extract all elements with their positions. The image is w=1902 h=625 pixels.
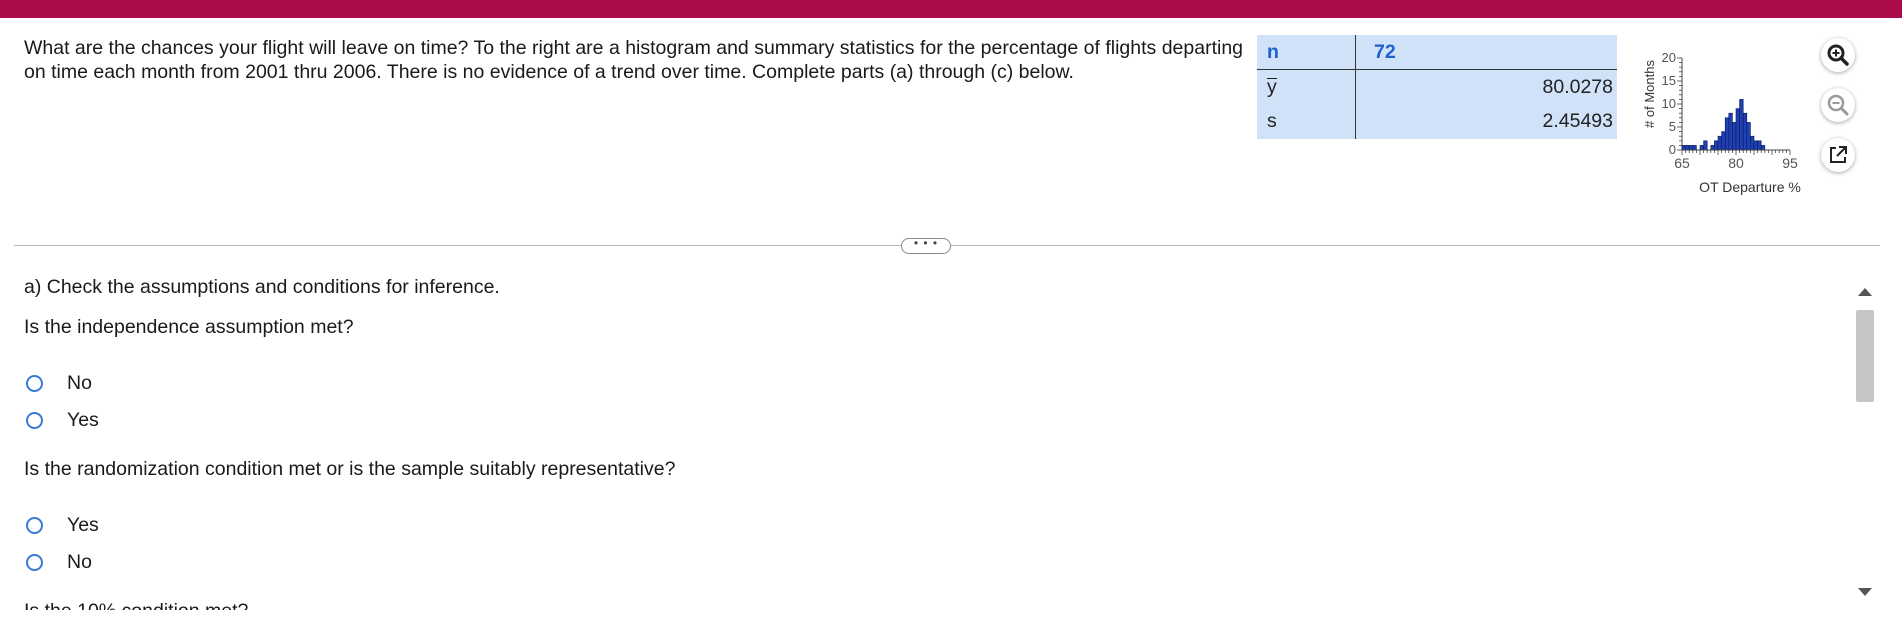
zoom-out-button[interactable] <box>1821 88 1855 122</box>
independence-option-no[interactable]: No <box>26 372 92 395</box>
zoom-in-icon <box>1827 44 1849 66</box>
y-tick-label: 15 <box>1662 73 1676 88</box>
histogram-bar <box>1710 145 1715 151</box>
histogram-bar <box>1750 135 1755 151</box>
vertical-scrollbar[interactable] <box>1852 282 1876 602</box>
radio-button[interactable] <box>26 412 43 429</box>
randomization-question: Is the randomization condition met or is… <box>24 458 676 480</box>
histogram-bar <box>1760 145 1766 151</box>
radio-button[interactable] <box>26 375 43 392</box>
stats-label-ybar: y <box>1257 69 1356 105</box>
histogram-bar <box>1717 135 1722 151</box>
histogram-bar <box>1721 131 1726 151</box>
zoom-in-button[interactable] <box>1821 38 1855 72</box>
radio-button[interactable] <box>26 554 43 571</box>
x-tick-label: 65 <box>1674 155 1690 171</box>
histogram-bars <box>1681 99 1766 151</box>
scroll-up-arrow[interactable] <box>1858 288 1872 296</box>
stats-row-ybar: y 80.0278 <box>1257 69 1617 105</box>
stats-row-s: s 2.45493 <box>1257 104 1617 139</box>
part-a-content: a) Check the assumptions and conditions … <box>24 270 1824 610</box>
histogram-bar <box>1735 108 1740 151</box>
histogram-bar <box>1746 122 1751 151</box>
scroll-down-arrow[interactable] <box>1858 588 1872 596</box>
stats-value-s: 2.45493 <box>1542 110 1614 133</box>
stats-value-n: 72 <box>1355 35 1617 71</box>
histogram-bar <box>1714 140 1719 151</box>
question-text: What are the chances your flight will le… <box>24 37 1244 83</box>
x-axis-label: OT Departure % <box>1699 179 1801 195</box>
x-axis: 65 80 95 <box>1674 149 1798 171</box>
top-banner <box>0 0 1902 18</box>
histogram-bar <box>1688 145 1694 151</box>
y-tick-label: 5 <box>1669 119 1676 134</box>
histogram-bar <box>1739 99 1744 151</box>
histogram-bar <box>1753 140 1758 151</box>
histogram-bar <box>1742 112 1748 151</box>
independence-option-yes[interactable]: Yes <box>26 409 99 432</box>
histogram-bar <box>1732 122 1737 151</box>
part-a-heading: a) Check the assumptions and conditions … <box>24 276 500 298</box>
ten-percent-question: Is the 10% condition met? <box>24 600 248 610</box>
histogram-bar <box>1757 140 1762 151</box>
scrollbar-thumb[interactable] <box>1856 310 1874 402</box>
histogram-bar <box>1724 117 1730 151</box>
y-axis: 05101520 <box>1662 50 1683 157</box>
independence-question: Is the independence assumption met? <box>24 316 354 338</box>
histogram-bar <box>1692 145 1697 151</box>
histogram-bar <box>1703 140 1708 151</box>
histogram-bar <box>1681 145 1686 151</box>
histogram-bar <box>1685 145 1690 151</box>
radio-button[interactable] <box>26 517 43 534</box>
randomization-option-no[interactable]: No <box>26 551 92 574</box>
summary-statistics-table: n 72 y 80.0278 s 2.45493 <box>1257 35 1617 139</box>
zoom-out-icon <box>1827 94 1849 116</box>
y-tick-label: 10 <box>1662 96 1676 111</box>
y-axis-label: # of Months <box>1642 60 1657 128</box>
histogram-bar <box>1728 112 1733 151</box>
histogram-chart: # of Months 05101520 65 80 95 OT Departure… <box>1642 50 1801 195</box>
popout-button[interactable] <box>1821 138 1855 172</box>
stats-value-ybar: 80.0278 <box>1542 75 1614 98</box>
expand-divider-button[interactable]: • • • <box>901 237 951 254</box>
randomization-option-yes[interactable]: Yes <box>26 514 99 537</box>
stats-row-n: n 72 <box>1257 35 1617 71</box>
histogram-bar <box>1699 145 1704 151</box>
y-tick-label: 20 <box>1662 50 1676 65</box>
stats-label-n: n <box>1257 35 1356 71</box>
x-tick-label: 95 <box>1782 155 1798 171</box>
popout-icon <box>1830 146 1847 163</box>
x-tick-label: 80 <box>1728 155 1744 171</box>
stats-label-s: s <box>1257 104 1356 139</box>
